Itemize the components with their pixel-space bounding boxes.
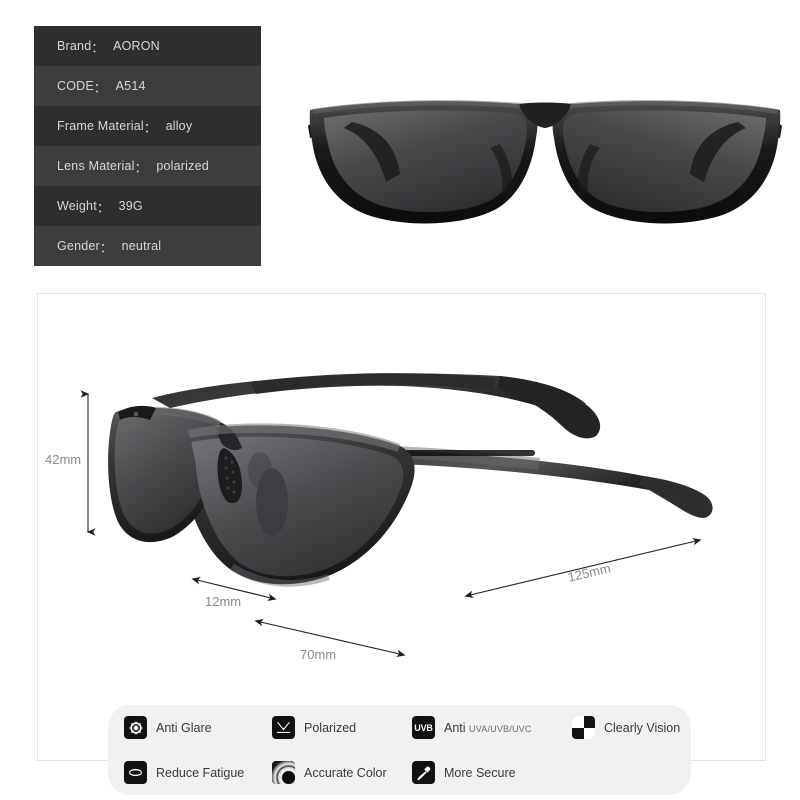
anti-glare-icon (124, 716, 147, 739)
spec-key: Gender (57, 239, 100, 253)
feature-item-clearly-vision: Clearly Vision (572, 716, 707, 739)
feature-label: Polarized (304, 720, 357, 735)
feature-item-anti-uv: UVB Anti UVA/UVB/UVC (412, 716, 572, 739)
dimension-label-height: 42mm (45, 452, 82, 467)
feature-item-reduce-fatigue: Reduce Fatigue (124, 761, 272, 784)
spec-colon: ： (143, 120, 157, 135)
feature-highlights-card: Anti Glare Polarized UVB Anti UVA/UVB/UV… (108, 705, 691, 795)
feature-label: Reduce Fatigue (156, 765, 245, 780)
spec-key: Weight (57, 199, 97, 213)
table-row: Weight： 39G (34, 186, 261, 226)
feature-label: Clearly Vision (604, 720, 681, 735)
feature-item-more-secure: More Secure (412, 761, 572, 784)
spec-table: Brand： AORON CODE： A514 Frame Material： all… (34, 26, 261, 266)
spec-value: neutral (121, 239, 162, 253)
spec-value: AORON (113, 39, 160, 53)
spec-key: Lens Material (57, 159, 135, 173)
uvb-badge-text: UVB (414, 722, 433, 733)
spec-colon: ： (96, 200, 110, 215)
spec-value: polarized (156, 159, 209, 173)
feature-label-sub: UVA/UVB/UVC (469, 723, 532, 734)
reduce-fatigue-icon (124, 761, 147, 784)
spec-key: Brand (57, 39, 92, 53)
accurate-color-icon (272, 761, 295, 784)
checkerboard-icon (572, 716, 595, 739)
spec-value: A514 (115, 79, 146, 93)
front-view-sunglasses (308, 100, 782, 224)
feature-label: Anti Glare (156, 720, 212, 735)
spec-key: CODE (57, 79, 94, 93)
feature-label: Accurate Color (304, 765, 387, 780)
table-row: Frame Material： alloy (34, 106, 261, 146)
uvb-badge-icon: UVB (412, 716, 435, 739)
spec-colon: ： (134, 160, 148, 175)
spec-value: alloy (165, 119, 193, 133)
spec-colon: ： (93, 80, 107, 95)
table-row: Gender： neutral (34, 226, 261, 266)
spec-colon: ： (99, 240, 113, 255)
hammer-icon (412, 761, 435, 784)
feature-item-accurate-color: Accurate Color (272, 761, 412, 784)
spec-key: Frame Material (57, 119, 144, 133)
table-row: Brand： AORON (34, 26, 261, 66)
spec-value: 39G (118, 199, 143, 213)
feature-item-polarized: Polarized (272, 716, 412, 739)
spec-colon: ： (91, 40, 105, 55)
dimension-label-nose-bridge: 12mm (205, 594, 242, 609)
table-row: Lens Material： polarized (34, 146, 261, 186)
polarized-icon (272, 716, 295, 739)
feature-label-main: Anti (444, 720, 470, 735)
feature-label: Anti UVA/UVB/UVC (444, 721, 532, 735)
table-row: CODE： A514 (34, 66, 261, 106)
feature-label: More Secure (444, 765, 516, 780)
feature-item-anti-glare: Anti Glare (124, 716, 272, 739)
dimension-label-lens-width: 70mm (300, 647, 337, 662)
